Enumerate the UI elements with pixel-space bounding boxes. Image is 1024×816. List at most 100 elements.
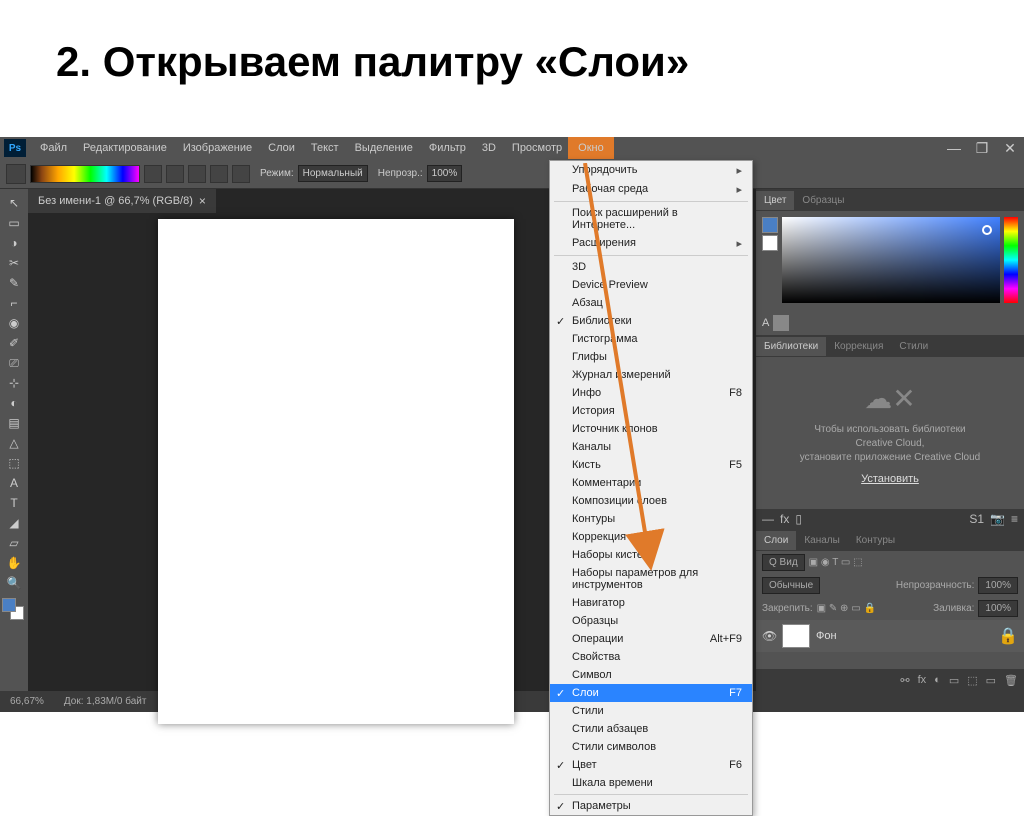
menu-изображение[interactable]: Изображение	[175, 139, 260, 157]
menu-item-коррекция[interactable]: Коррекция	[550, 528, 752, 546]
layer-thumbnail[interactable]	[782, 624, 810, 648]
tool-9[interactable]: ⊹	[2, 373, 26, 393]
gradient-diamond-icon[interactable]	[232, 165, 250, 183]
menu-item-образцы[interactable]: Образцы	[550, 612, 752, 630]
menu-item-история[interactable]: История	[550, 402, 752, 420]
tool-4[interactable]: ✎	[2, 273, 26, 293]
color-field[interactable]	[782, 217, 1000, 303]
fx-sq-icon[interactable]: ▯	[795, 512, 802, 526]
tool-14[interactable]: A	[2, 473, 26, 493]
install-link[interactable]: Установить	[861, 473, 919, 485]
menu-item-наборы-параметров-для-инструментов[interactable]: Наборы параметров для инструментов	[550, 564, 752, 594]
tool-19[interactable]: 🔍	[2, 573, 26, 593]
lock-icons[interactable]: ▣ ✎ ⊕ ▭ 🔒	[817, 603, 876, 614]
tool-18[interactable]: ✋	[2, 553, 26, 573]
menu-3d[interactable]: 3D	[474, 139, 504, 157]
tab-channels[interactable]: Каналы	[796, 531, 848, 550]
menu-item-поиск-расширений-в-интернете...[interactable]: Поиск расширений в Интернете...	[550, 204, 752, 234]
menu-item-стили-абзацев[interactable]: Стили абзацев	[550, 720, 752, 738]
tool-8[interactable]: ⎚	[2, 353, 26, 373]
menu-item-device-preview[interactable]: Device Preview	[550, 276, 752, 294]
fx-icon[interactable]: fx	[918, 674, 927, 686]
menu-item-3d[interactable]: 3D	[550, 258, 752, 276]
gradient-reflected-icon[interactable]	[210, 165, 228, 183]
minimize-button[interactable]: —	[940, 137, 968, 159]
menu-item-символ[interactable]: Символ	[550, 666, 752, 684]
menu-item-инфо[interactable]: ИнфоF8	[550, 384, 752, 402]
tool-13[interactable]: ⬚	[2, 453, 26, 473]
tool-12[interactable]: △	[2, 433, 26, 453]
close-button[interactable]: ✕	[996, 137, 1024, 159]
menu-фильтр[interactable]: Фильтр	[421, 139, 474, 157]
layer-opacity-input[interactable]: 100%	[978, 577, 1018, 594]
document-tab[interactable]: Без имени-1 @ 66,7% (RGB/8) ×	[28, 189, 216, 213]
tool-17[interactable]: ▱	[2, 533, 26, 553]
tab-swatches[interactable]: Образцы	[794, 191, 852, 210]
fx-cam-icon[interactable]: 📷	[990, 512, 1005, 526]
link-icon[interactable]: ⚯	[900, 674, 909, 687]
fx-dash-icon[interactable]: —	[762, 512, 774, 526]
menu-item-глифы[interactable]: Глифы	[550, 348, 752, 366]
tool-2[interactable]: ◑	[2, 233, 26, 253]
tool-7[interactable]: ✐	[2, 333, 26, 353]
hue-slider[interactable]	[1004, 217, 1018, 303]
menu-item-шкала-времени[interactable]: Шкала времени	[550, 774, 752, 792]
blend-mode-dropdown[interactable]: Обычные	[762, 577, 820, 594]
menu-item-композиции-слоев[interactable]: Композиции слоев	[550, 492, 752, 510]
panel-bg-color[interactable]	[762, 235, 778, 251]
gradient-preview[interactable]	[30, 165, 140, 183]
menu-item-расширения[interactable]: Расширения▸	[550, 234, 752, 253]
menu-выделение[interactable]: Выделение	[347, 139, 421, 157]
tool-15[interactable]: T	[2, 493, 26, 513]
opacity-dropdown[interactable]: 100%	[427, 165, 463, 182]
tool-16[interactable]: ◢	[2, 513, 26, 533]
gradient-angle-icon[interactable]	[188, 165, 206, 183]
layer-filter-icons[interactable]: ▣ ◉ T ▭ ⬚	[809, 557, 863, 568]
gradient-radial-icon[interactable]	[166, 165, 184, 183]
color-swatches[interactable]	[2, 598, 24, 620]
trash-icon[interactable]: 🗑	[1004, 674, 1018, 687]
foreground-color[interactable]	[2, 598, 16, 612]
close-tab-icon[interactable]: ×	[199, 194, 206, 208]
eye-icon[interactable]: 👁	[762, 629, 776, 643]
menu-файл[interactable]: Файл	[32, 139, 75, 157]
menu-просмотр[interactable]: Просмотр	[504, 139, 570, 157]
menu-item-рабочая-среда[interactable]: Рабочая среда▸	[550, 180, 752, 199]
menu-item-гистограмма[interactable]: Гистограмма	[550, 330, 752, 348]
menu-item-каналы[interactable]: Каналы	[550, 438, 752, 456]
menu-слои[interactable]: Слои	[260, 139, 303, 157]
tool-5[interactable]: ⌐	[2, 293, 26, 313]
tool-preset-icon[interactable]	[6, 164, 26, 184]
menu-item-параметры[interactable]: Параметры✓	[550, 797, 752, 815]
tool-0[interactable]: ↖	[2, 193, 26, 213]
tab-adjustments[interactable]: Коррекция	[826, 337, 891, 356]
menu-item-операции[interactable]: ОперацииAlt+F9	[550, 630, 752, 648]
menu-item-библиотеки[interactable]: Библиотеки✓	[550, 312, 752, 330]
tool-6[interactable]: ◉	[2, 313, 26, 333]
tab-layers[interactable]: Слои	[756, 531, 796, 550]
menu-item-комментарии[interactable]: Комментарии	[550, 474, 752, 492]
menu-item-контуры[interactable]: Контуры	[550, 510, 752, 528]
menu-item-навигатор[interactable]: Навигатор	[550, 594, 752, 612]
menu-item-журнал-измерений[interactable]: Журнал измерений	[550, 366, 752, 384]
fill-input[interactable]: 100%	[978, 600, 1018, 617]
menu-текст[interactable]: Текст	[303, 139, 347, 157]
adj-icon[interactable]: ▭	[949, 674, 959, 687]
mask-icon[interactable]: ◐	[934, 674, 941, 686]
tab-color[interactable]: Цвет	[756, 191, 794, 210]
menu-item-цвет[interactable]: Цвет✓F6	[550, 756, 752, 774]
tab-styles[interactable]: Стили	[891, 337, 936, 356]
tool-1[interactable]: ▭	[2, 213, 26, 233]
tool-3[interactable]: ✂	[2, 253, 26, 273]
menu-item-слои[interactable]: Слои✓F7	[550, 684, 752, 702]
panel-fg-color[interactable]	[762, 217, 778, 233]
menu-item-источник-клонов[interactable]: Источник клонов	[550, 420, 752, 438]
mode-dropdown[interactable]: Нормальный	[298, 165, 368, 182]
menu-item-стили-символов[interactable]: Стили символов	[550, 738, 752, 756]
tab-paths[interactable]: Контуры	[848, 531, 903, 550]
menu-item-наборы-кистей[interactable]: Наборы кистей	[550, 546, 752, 564]
menu-item-стили[interactable]: Стили	[550, 702, 752, 720]
tool-11[interactable]: ▤	[2, 413, 26, 433]
fx-fx-icon[interactable]: fx	[780, 512, 789, 526]
maximize-button[interactable]: ❐	[968, 137, 996, 159]
